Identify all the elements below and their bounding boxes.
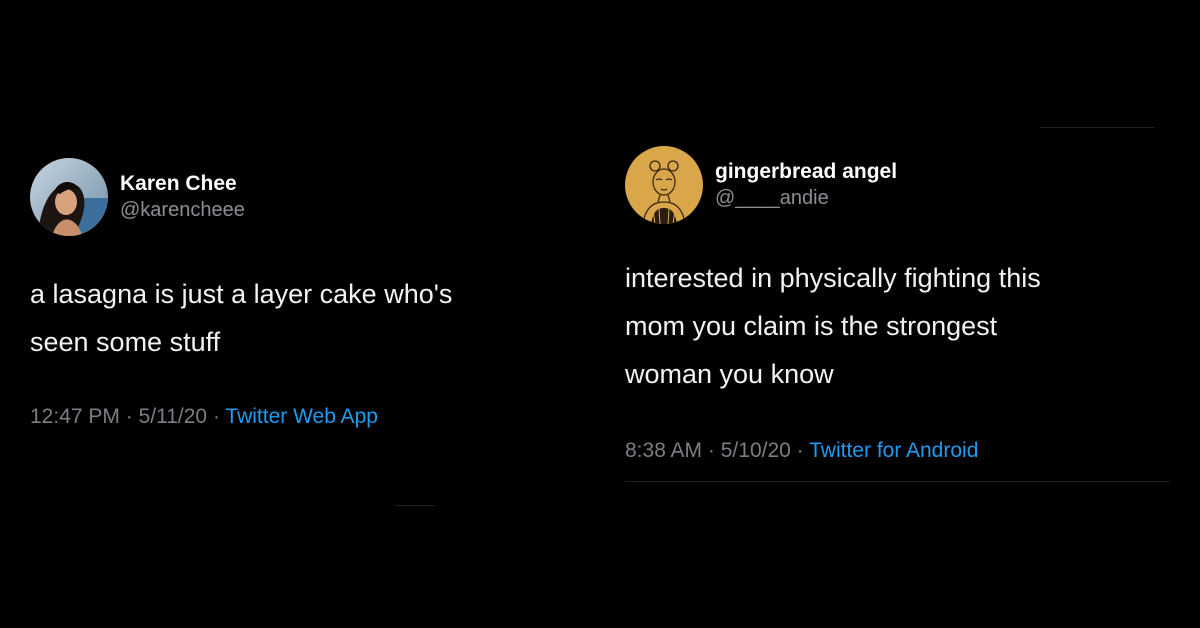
- tweet-header: Karen Chee @karencheee: [30, 158, 570, 236]
- tweet-text: a lasagna is just a layer cake who's see…: [30, 279, 453, 357]
- tweet-date[interactable]: 5/10/20: [721, 439, 791, 462]
- tweet-text: interested in physically fighting this m…: [625, 263, 1041, 389]
- user-handle[interactable]: @____andie: [715, 185, 897, 211]
- tweet-source-link[interactable]: Twitter for Android: [809, 439, 978, 462]
- tweet-date[interactable]: 5/11/20: [139, 405, 208, 428]
- meta-separator: ·: [125, 405, 133, 428]
- display-name[interactable]: gingerbread angel: [715, 159, 897, 185]
- user-handle[interactable]: @karencheee: [120, 197, 245, 223]
- avatar-photo-image: [30, 158, 108, 236]
- avatar[interactable]: [625, 146, 703, 224]
- divider: [395, 505, 435, 506]
- tweet-karen-chee: Karen Chee @karencheee a lasagna is just…: [30, 158, 570, 430]
- meta-separator: ·: [212, 405, 220, 428]
- tweet-meta: 8:38 AM · 5/10/20 · Twitter for Android: [625, 438, 1185, 464]
- avatar[interactable]: [30, 158, 108, 236]
- divider: [1040, 127, 1155, 128]
- tweet-header: gingerbread angel @____andie: [625, 146, 1185, 224]
- meta-separator: ·: [796, 439, 804, 462]
- display-name[interactable]: Karen Chee: [120, 171, 245, 197]
- avatar-illustration-image: [625, 146, 703, 224]
- tweet-source-link[interactable]: Twitter Web App: [225, 405, 378, 428]
- tweet-gingerbread-angel: gingerbread angel @____andie interested …: [625, 146, 1185, 464]
- meta-separator: ·: [707, 439, 715, 462]
- divider: [625, 481, 1170, 482]
- tweet-meta: 12:47 PM · 5/11/20 · Twitter Web App: [30, 404, 570, 430]
- tweet-time[interactable]: 8:38 AM: [625, 439, 702, 462]
- tweet-time[interactable]: 12:47 PM: [30, 405, 120, 428]
